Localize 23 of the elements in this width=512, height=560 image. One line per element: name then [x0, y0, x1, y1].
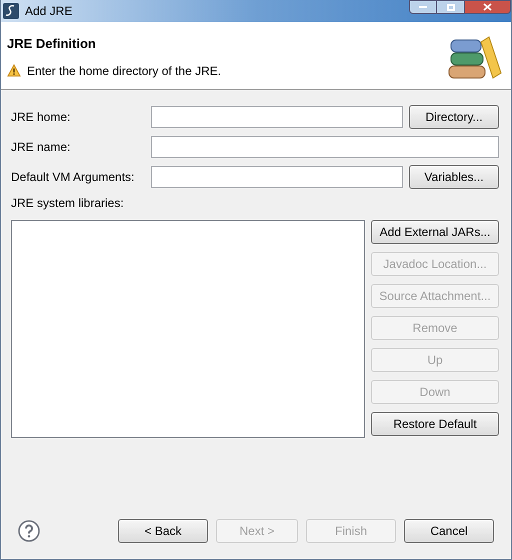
app-icon: [3, 3, 19, 19]
dialog-button[interactable]: Cancel: [404, 519, 494, 543]
field-label: JRE home:: [11, 109, 72, 126]
libraries-label: JRE system libraries:: [11, 195, 125, 212]
field-label: Default VM Arguments:: [11, 169, 136, 186]
text-field[interactable]: [151, 136, 499, 158]
help-icon[interactable]: [18, 520, 40, 542]
dialog-button[interactable]: Add External JARs...: [371, 220, 499, 244]
dialog-button[interactable]: Variables...: [409, 165, 499, 189]
header-message: Enter the home directory of the JRE.: [27, 62, 222, 80]
close-icon: [483, 3, 492, 11]
header-title: JRE Definition: [7, 35, 97, 53]
maximize-button[interactable]: [437, 0, 465, 14]
dialog-button[interactable]: < Back: [118, 519, 208, 543]
close-button[interactable]: [465, 0, 511, 14]
dialog-button[interactable]: Restore Default: [371, 412, 499, 436]
field-label: JRE name:: [11, 139, 72, 156]
minimize-button[interactable]: [409, 0, 437, 14]
text-field[interactable]: [151, 166, 403, 188]
text-field[interactable]: [151, 106, 403, 128]
window-title: Add JRE: [25, 3, 72, 20]
dialog-button[interactable]: Directory...: [409, 105, 499, 129]
warning-icon: [7, 64, 21, 77]
